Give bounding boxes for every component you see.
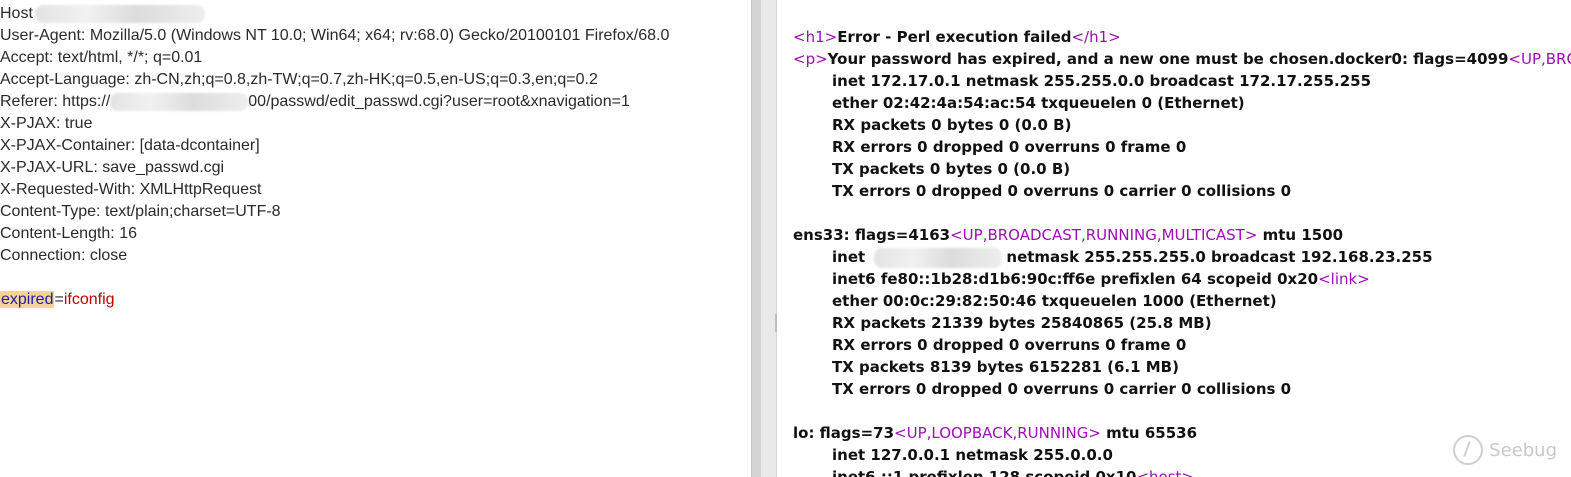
lo-inet6-text: inet6 ::1 prefixlen 128 scopeid 0x10 xyxy=(832,468,1137,477)
param-key[interactable]: expired xyxy=(0,291,55,308)
ens33-inet: inet netmask 255.255.255.0 broadcast 192… xyxy=(793,246,1571,268)
request-headers: Host User-Agent: Mozilla/5.0 (Windows NT… xyxy=(0,3,669,267)
referer-suffix: 00/passwd/edit_passwd.cgi?user=root&xnav… xyxy=(248,93,630,110)
docker0-flags: <UP,BROAD xyxy=(1508,50,1571,68)
ens33-flags: <UP,BROADCAST,RUNNING,MULTICAST> xyxy=(950,226,1258,244)
ens33-name: ens33: flags=4163 xyxy=(793,226,951,244)
ens33-inet6-text: inet6 fe80::1b28:d1b6:90c:ff6e prefixlen… xyxy=(832,270,1319,288)
header-x-pjax-url: X-PJAX-URL: save_passwd.cgi xyxy=(0,159,225,176)
ens33-head: ens33: flags=4163<UP,BROADCAST,RUNNING,M… xyxy=(793,224,1571,246)
ens33-inet6: inet6 fe80::1b28:d1b6:90c:ff6e prefixlen… xyxy=(793,268,1571,290)
response-pane[interactable]: <h1>Error - Perl execution failed</h1> <… xyxy=(777,0,1571,477)
lo-inet6: inet6 ::1 prefixlen 128 scopeid 0x10<hos… xyxy=(793,466,1571,477)
header-content-length: Content-Length: 16 xyxy=(0,225,137,242)
request-body-param[interactable]: expired=ifconfig xyxy=(0,289,115,311)
blank-line xyxy=(793,400,1571,422)
lo-mtu: mtu 65536 xyxy=(1100,424,1198,442)
header-accept-language: Accept-Language: zh-CN,zh;q=0.8,zh-TW;q=… xyxy=(0,71,598,88)
ens33-line: TX errors 0 dropped 0 overruns 0 carrier… xyxy=(832,380,1292,398)
header-content-type: Content-Type: text/plain;charset=UTF-8 xyxy=(0,203,281,220)
header-host: Host xyxy=(0,3,669,25)
param-equals: = xyxy=(54,291,64,308)
redacted-host xyxy=(34,4,205,23)
lo-name: lo: flags=73 xyxy=(793,424,895,442)
ens33-line: TX packets 8139 bytes 6152281 (6.1 MB) xyxy=(832,358,1179,376)
ens33-line: RX packets 21339 bytes 25840865 (25.8 MB… xyxy=(832,314,1212,332)
seebug-watermark: Seebug xyxy=(1453,435,1557,465)
header-accept: Accept: text/html, */*; q=0.01 xyxy=(0,49,203,66)
docker0-line: TX errors 0 dropped 0 overruns 0 carrier… xyxy=(832,182,1292,200)
response-p-line: <p>Your password has expired, and a new … xyxy=(793,48,1571,70)
h1-text: Error - Perl execution failed xyxy=(837,28,1072,46)
p-open-tag: <p> xyxy=(793,50,828,68)
header-user-agent: User-Agent: Mozilla/5.0 (Windows NT 10.0… xyxy=(0,27,670,44)
ens33-line: RX errors 0 dropped 0 overruns 0 frame 0 xyxy=(832,336,1187,354)
response-h1-line: <h1>Error - Perl execution failed</h1> xyxy=(793,26,1571,48)
param-value[interactable]: ifconfig xyxy=(64,291,115,308)
h1-close-tag: </h1> xyxy=(1071,28,1121,46)
ens33-mtu: mtu 1500 xyxy=(1257,226,1344,244)
ens33-inet-label: inet xyxy=(832,248,871,266)
h1-open-tag: <h1> xyxy=(793,28,838,46)
splitter-bar[interactable] xyxy=(752,0,761,477)
lo-flags: <UP,LOOPBACK,RUNNING> xyxy=(894,424,1101,442)
redacted-ip xyxy=(874,247,1003,268)
request-pane[interactable]: Host User-Agent: Mozilla/5.0 (Windows NT… xyxy=(0,0,751,477)
watermark-text: Seebug xyxy=(1489,439,1557,461)
ens33-line: ether 00:0c:29:82:50:46 txqueuelen 1000 … xyxy=(832,292,1277,310)
header-referer: Referer: https:// 00/passwd/edit_passwd.c… xyxy=(0,91,669,113)
header-host-label: Host xyxy=(0,5,33,22)
docker0-line: inet 172.17.0.1 netmask 255.255.0.0 broa… xyxy=(832,72,1372,90)
ens33-inet6-tag: <link> xyxy=(1318,270,1370,288)
header-x-requested-with: X-Requested-With: XMLHttpRequest xyxy=(0,181,262,198)
redacted-referer-host xyxy=(110,92,249,111)
referer-prefix: Referer: https:// xyxy=(0,93,111,110)
pane-splitter[interactable] xyxy=(751,0,777,477)
seebug-logo-icon xyxy=(1453,435,1484,465)
header-x-pjax: X-PJAX: true xyxy=(0,115,93,132)
response-body: <h1>Error - Perl execution failed</h1> <… xyxy=(793,26,1571,477)
header-x-pjax-container: X-PJAX-Container: [data-dcontainer] xyxy=(0,137,260,154)
docker0-line: RX packets 0 bytes 0 (0.0 B) xyxy=(832,116,1072,134)
docker0-line: ether 02:42:4a:54:ac:54 txqueuelen 0 (Et… xyxy=(832,94,1245,112)
lo-inet6-tag: <host> xyxy=(1136,468,1194,477)
header-connection: Connection: close xyxy=(0,247,128,264)
ens33-inet-rest: netmask 255.255.255.0 broadcast 192.168.… xyxy=(1006,248,1433,266)
blank-line xyxy=(793,202,1571,224)
docker0-line: TX packets 0 bytes 0 (0.0 B) xyxy=(832,160,1071,178)
p-text: Your password has expired, and a new one… xyxy=(827,50,1509,68)
docker0-line: RX errors 0 dropped 0 overruns 0 frame 0 xyxy=(832,138,1187,156)
